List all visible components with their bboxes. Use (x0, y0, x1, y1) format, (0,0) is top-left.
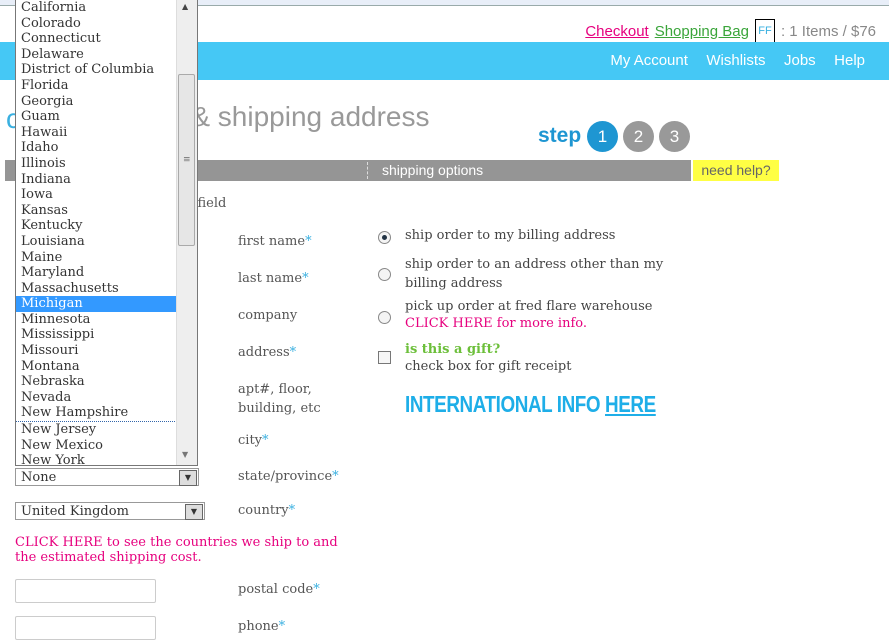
countries-click-here-link[interactable]: CLICK HERE (15, 535, 103, 550)
shopping-bag-link[interactable]: Shopping Bag (655, 23, 749, 40)
dropdown-option[interactable]: Hawaii (16, 125, 177, 141)
dropdown-option[interactable]: Missouri (16, 343, 177, 359)
chevron-down-icon[interactable]: ▼ (179, 470, 197, 486)
dropdown-option[interactable]: New Jersey (16, 422, 177, 438)
dropdown-option[interactable]: Louisiana (16, 234, 177, 250)
dropdown-option[interactable]: Kansas (16, 203, 177, 219)
chevron-down-icon[interactable]: ▼ (185, 504, 203, 520)
dropdown-option[interactable]: Michigan (16, 296, 177, 312)
dropdown-option[interactable]: Nebraska (16, 374, 177, 390)
checkout-link[interactable]: Checkout (585, 23, 648, 40)
dropdown-option[interactable]: Kentucky (16, 218, 177, 234)
step-2: 2 (623, 121, 654, 152)
nav-my-account[interactable]: My Account (610, 52, 688, 69)
dropdown-option[interactable]: Indiana (16, 172, 177, 188)
international-info-link[interactable]: HERE (605, 391, 656, 417)
gift-checkbox[interactable] (378, 351, 391, 364)
country-label: country* (238, 503, 296, 518)
city-label: city* (238, 433, 269, 448)
opt-pickup: pick up order at fred flare warehouse CLI… (405, 299, 653, 331)
scroll-down-icon[interactable]: ▼ (182, 450, 188, 459)
first-name-label: first name* (238, 234, 312, 249)
international-info: INTERNATIONAL INFO HERE (405, 391, 656, 417)
step-label: step (538, 124, 582, 147)
shopping-bag-icon[interactable]: FF (754, 19, 775, 43)
dropdown-option[interactable]: Nevada (16, 390, 177, 406)
dropdown-option[interactable]: California (16, 0, 177, 16)
dropdown-option[interactable]: New Mexico (16, 438, 177, 454)
last-name-label: last name* (238, 271, 309, 286)
dropdown-option[interactable]: Massachusetts (16, 281, 177, 297)
postal-code-label: postal code* (238, 582, 320, 597)
opt-other-address: ship order to an address other than my b… (405, 257, 664, 291)
nav-help[interactable]: Help (834, 52, 865, 69)
scroll-up-icon[interactable]: ▲ (182, 2, 188, 11)
radio-pickup[interactable] (378, 311, 391, 324)
step-3: 3 (659, 121, 690, 152)
state-dropdown-list[interactable]: California Colorado Connecticut Delaware Dis… (15, 0, 198, 466)
step-1: 1 (587, 121, 618, 152)
dropdown-option[interactable]: Maine (16, 250, 177, 266)
page-title: g & shipping address (168, 101, 430, 132)
gift-option: is this a gift? check box for gift receip… (405, 342, 572, 374)
cart-summary: : 1 Items / $76 (780, 22, 876, 40)
dropdown-option[interactable]: Iowa (16, 187, 177, 203)
state-label: state/province* (238, 469, 339, 484)
dropdown-option[interactable]: Maryland (16, 265, 177, 281)
dropdown-option[interactable]: Mississippi (16, 327, 177, 343)
need-help-button[interactable]: need help? (693, 160, 779, 181)
nav-jobs[interactable]: Jobs (784, 52, 816, 69)
dropdown-option[interactable]: Delaware (16, 47, 177, 63)
company-label: company (238, 308, 298, 323)
opt-billing-address: ship order to my billing address (405, 228, 616, 243)
dropdown-option[interactable]: Montana (16, 359, 177, 375)
nav-wishlists[interactable]: Wishlists (706, 52, 765, 69)
postal-code-input[interactable] (15, 579, 156, 603)
pickup-click-here-link[interactable]: CLICK HERE (405, 316, 493, 331)
dropdown-option[interactable]: Guam (16, 109, 177, 125)
dropdown-option[interactable]: Florida (16, 78, 177, 94)
scrollbar-thumb[interactable]: ≡ (178, 74, 195, 246)
dropdown-option[interactable]: Minnesota (16, 312, 177, 328)
dropdown-option[interactable]: Illinois (16, 156, 177, 172)
dropdown-option[interactable]: Connecticut (16, 31, 177, 47)
country-select[interactable]: United Kingdom ▼ (15, 502, 205, 520)
apt-label: apt#, floor, building, etc (238, 382, 321, 416)
dropdown-scrollbar[interactable]: ▲ ≡ ▼ (176, 0, 197, 465)
dropdown-option[interactable]: Idaho (16, 140, 177, 156)
header-links: Checkout Shopping Bag FF : 1 Items / $76 (585, 19, 876, 43)
radio-other-address[interactable] (378, 268, 391, 281)
phone-label: phone* (238, 619, 286, 634)
dropdown-option[interactable]: Georgia (16, 94, 177, 110)
state-select[interactable]: None ▼ (15, 468, 199, 486)
phone-input[interactable] (15, 616, 156, 640)
dropdown-option[interactable]: New York (16, 453, 177, 465)
radio-billing-address[interactable] (378, 231, 391, 244)
address-label: address* (238, 345, 297, 360)
dropdown-option[interactable]: New Hampshire (16, 405, 177, 423)
tab-shipping-options[interactable]: shipping options (382, 162, 483, 178)
dropdown-option[interactable]: District of Columbia (16, 62, 177, 78)
countries-note: CLICK HERE to see the countries we ship … (15, 535, 338, 565)
dropdown-option[interactable]: Colorado (16, 16, 177, 32)
